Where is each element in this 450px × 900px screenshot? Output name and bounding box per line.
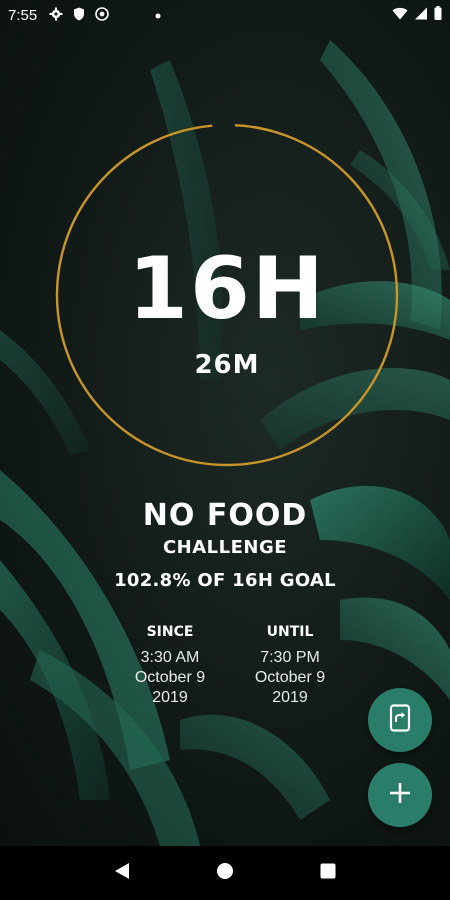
- challenge-info: NO FOOD CHALLENGE 102.8% OF 16H GOAL: [0, 498, 450, 591]
- plus-icon: [388, 781, 412, 809]
- since-date: October 9: [134, 669, 206, 686]
- system-nav-bar: [0, 846, 450, 900]
- until-column: UNTIL 7:30 PM October 9 2019: [240, 624, 340, 708]
- goal-progress: 102.8% OF 16H GOAL: [114, 570, 336, 591]
- status-bar: 7:55: [0, 0, 450, 30]
- share-screen-icon: [389, 704, 411, 736]
- recents-icon: [320, 863, 336, 883]
- since-column: SINCE 3:30 AM October 9 2019: [120, 624, 220, 708]
- until-date: October 9: [254, 669, 326, 686]
- timer-ring: 16H 26M: [54, 122, 400, 468]
- until-time: 7:30 PM: [260, 649, 320, 666]
- since-year: 2019: [152, 689, 188, 706]
- add-button[interactable]: [368, 763, 432, 827]
- signal-icon: [414, 7, 428, 24]
- share-button[interactable]: [368, 688, 432, 752]
- battery-icon: [434, 6, 442, 24]
- until-label: UNTIL: [266, 624, 314, 640]
- settings-icon: [49, 7, 63, 24]
- back-icon: [114, 862, 130, 884]
- since-time: 3:30 AM: [140, 649, 200, 666]
- status-icons-right: [392, 6, 442, 24]
- shield-icon: [73, 7, 85, 24]
- recents-button[interactable]: [313, 858, 343, 888]
- wifi-icon: [392, 7, 408, 24]
- timer-minutes: 26M: [194, 350, 260, 380]
- until-year: 2019: [272, 689, 308, 706]
- status-icons-left: [49, 6, 161, 24]
- challenge-title: NO FOOD: [142, 498, 308, 533]
- status-time: 7:55: [8, 6, 38, 24]
- since-label: SINCE: [146, 624, 194, 640]
- time-range: SINCE 3:30 AM October 9 2019 UNTIL 7:30 …: [120, 624, 340, 708]
- home-icon: [216, 862, 234, 884]
- timer-hours: 16H: [128, 239, 326, 339]
- back-button[interactable]: [107, 858, 137, 888]
- dot-icon: [155, 9, 161, 22]
- home-button[interactable]: [210, 858, 240, 888]
- at-sign-icon: [95, 6, 110, 24]
- challenge-subtitle: CHALLENGE: [162, 537, 288, 558]
